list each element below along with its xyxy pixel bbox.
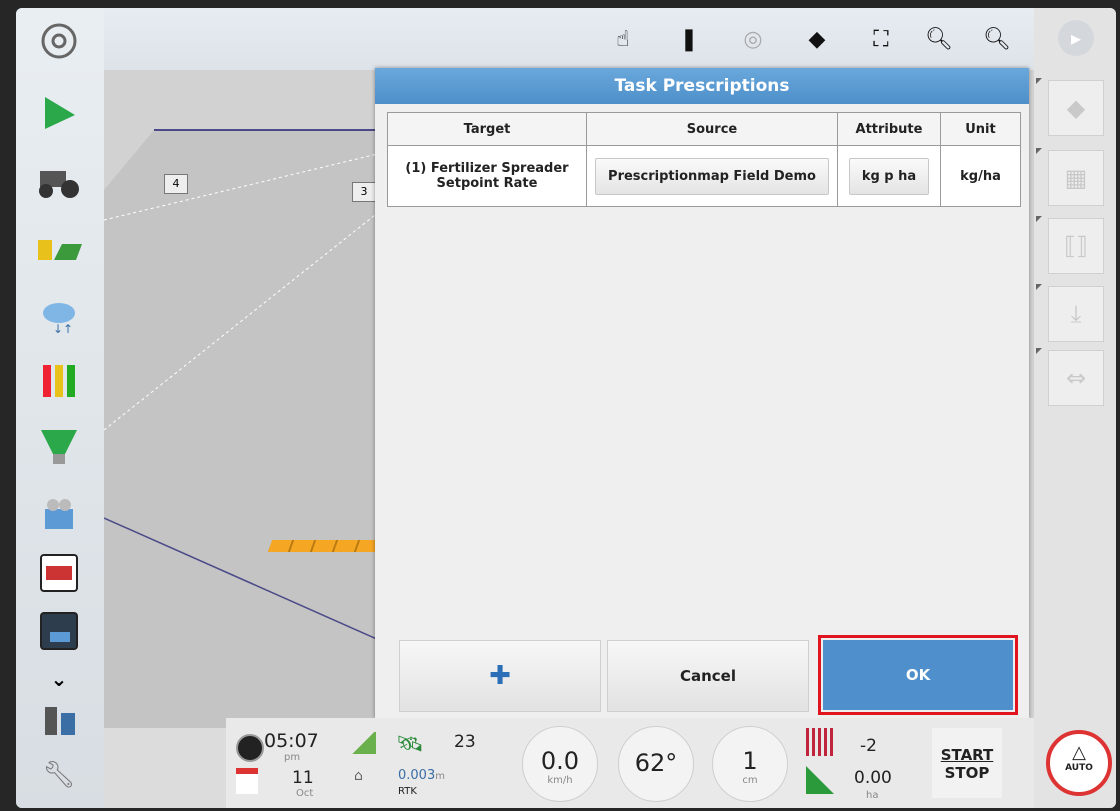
bottom-status-bar: 05:07 pm 11 Oct 🛰︎ 23 ⌂ 0.003m RTK 0.0 k…: [226, 718, 1034, 808]
left-sidebar: ↓↑ ⌄ 🔧︎: [16, 8, 104, 808]
accuracy-number: 0.003: [398, 768, 436, 783]
task-map-icon[interactable]: ▦: [1048, 150, 1104, 206]
clock-period: pm: [284, 752, 301, 763]
swath-marker: 4: [164, 174, 188, 194]
speed-gauge[interactable]: 0.0 km/h: [522, 726, 598, 802]
table-header-row: Target Source Attribute Unit: [387, 112, 1021, 146]
offset-value: 1: [742, 747, 758, 775]
guidance-lines-icon[interactable]: ⟦⟧: [1048, 218, 1104, 274]
steering-arrow-icon: △: [1072, 742, 1086, 763]
layers-icon[interactable]: ◆: [800, 22, 834, 56]
attribute-cell: kg p ha: [837, 145, 941, 207]
speed-unit: km/h: [547, 775, 573, 786]
speed-value: 0.0: [540, 747, 580, 775]
terminal-screen: 4 3 ☝ ❚ ◎ ◆ ⛶ 🔍︎ 🔍︎ ↓↑ ⌄ 🔧︎ ▸ ◆ ▦ ⟦⟧ ⤓ ⇔…: [16, 8, 1116, 808]
area-value: 0.00: [854, 768, 892, 788]
unit-cell: kg/ha: [940, 145, 1021, 207]
heading-gauge[interactable]: 62°: [618, 726, 694, 802]
settings-wrench-icon[interactable]: 🔧︎: [34, 752, 84, 798]
column-header-unit: Unit: [940, 112, 1021, 146]
section-bars-icon: [806, 728, 834, 756]
headland-icon[interactable]: ⤓: [1048, 286, 1104, 342]
zoom-extent-icon[interactable]: ⛶: [864, 22, 898, 56]
cancel-button[interactable]: Cancel: [607, 640, 809, 712]
tractor-icon[interactable]: [34, 158, 84, 204]
receiver-icon: ⌂: [354, 768, 363, 784]
ok-button[interactable]: OK: [818, 635, 1018, 715]
heading-value: 62°: [634, 749, 678, 777]
auto-label: AUTO: [1065, 763, 1093, 773]
swath-marker: 3: [352, 182, 376, 202]
top-toolbar: ☝ ❚ ◎ ◆ ⛶ 🔍︎ 🔍︎: [104, 8, 1034, 70]
task-prescriptions-dialog: Task Prescriptions Target Source Attribu…: [375, 68, 1029, 718]
offset-gauge[interactable]: 1 cm: [712, 726, 788, 802]
minimize-icon[interactable]: ▸: [1058, 20, 1094, 56]
auto-steer-button[interactable]: △ AUTO: [1046, 730, 1112, 796]
app-screen-icon[interactable]: [34, 608, 84, 654]
add-button[interactable]: ✚: [399, 640, 601, 712]
attribute-select-button[interactable]: kg p ha: [848, 157, 930, 195]
section-control-icon[interactable]: [34, 358, 84, 404]
steering-adjust-icon[interactable]: ⇔: [1048, 350, 1104, 406]
dialog-title: Task Prescriptions: [375, 68, 1029, 104]
start-stop-button[interactable]: START STOP: [932, 728, 1002, 798]
satellite-icon: 🛰︎: [396, 732, 424, 757]
column-header-attribute: Attribute: [837, 112, 941, 146]
start-label: START: [940, 746, 994, 764]
data-transfer-icon[interactable]: [34, 698, 84, 744]
area-unit: ha: [866, 790, 879, 801]
zoom-in-icon[interactable]: 🔍︎: [980, 22, 1014, 56]
satellite-count: 23: [454, 732, 476, 752]
touch-pointer-icon[interactable]: ☝: [606, 22, 640, 56]
source-cell: Prescriptionmap Field Demo: [586, 145, 838, 207]
calendar-icon: [236, 768, 258, 794]
target-line-2: Setpoint Rate: [436, 176, 538, 191]
guidance-arrow-icon[interactable]: [34, 90, 84, 136]
isobus-terminal-icon[interactable]: [34, 550, 84, 596]
accuracy-unit: m: [435, 771, 445, 782]
field-implement-icon[interactable]: [34, 226, 84, 272]
clock-icon: [236, 734, 264, 762]
spreader-hopper-icon[interactable]: [34, 424, 84, 470]
field-boundary-icon[interactable]: ◆: [1048, 80, 1104, 136]
chevron-down-icon[interactable]: ⌄: [34, 656, 84, 702]
zoom-out-icon[interactable]: 🔍︎: [922, 22, 956, 56]
gps-target-icon[interactable]: ◎: [736, 22, 770, 56]
target-line-1: (1) Fertilizer Spreader: [405, 161, 569, 176]
stop-label: STOP: [944, 764, 990, 782]
column-header-target: Target: [387, 112, 587, 146]
accuracy-value: 0.003m: [398, 768, 445, 783]
correction-mode: RTK: [398, 786, 417, 797]
cloud-sync-icon[interactable]: ↓↑: [34, 294, 84, 340]
source-select-button[interactable]: Prescriptionmap Field Demo: [595, 157, 829, 195]
clock-time: 05:07: [264, 730, 319, 752]
date-month: Oct: [296, 788, 314, 799]
column-header-source: Source: [586, 112, 838, 146]
table-row[interactable]: (1) Fertilizer Spreader Setpoint Rate Pr…: [387, 145, 1021, 207]
brand-logo-icon[interactable]: [34, 18, 84, 64]
signal-strength-icon: [350, 732, 376, 754]
counter-value: -2: [860, 736, 877, 756]
svg-text:↓↑: ↓↑: [53, 322, 73, 336]
prescriptions-table: Target Source Attribute Unit (1) Fertili…: [387, 112, 1021, 207]
date-day: 11: [292, 768, 314, 788]
camera-icon[interactable]: [34, 492, 84, 538]
right-sidebar: ▸ ◆ ▦ ⟦⟧ ⤓ ⇔: [1034, 8, 1116, 808]
coverage-flag-icon: [806, 766, 834, 794]
target-cell[interactable]: (1) Fertilizer Spreader Setpoint Rate: [387, 145, 587, 207]
swath-lines-icon[interactable]: ❚: [672, 22, 706, 56]
offset-unit: cm: [742, 775, 758, 786]
